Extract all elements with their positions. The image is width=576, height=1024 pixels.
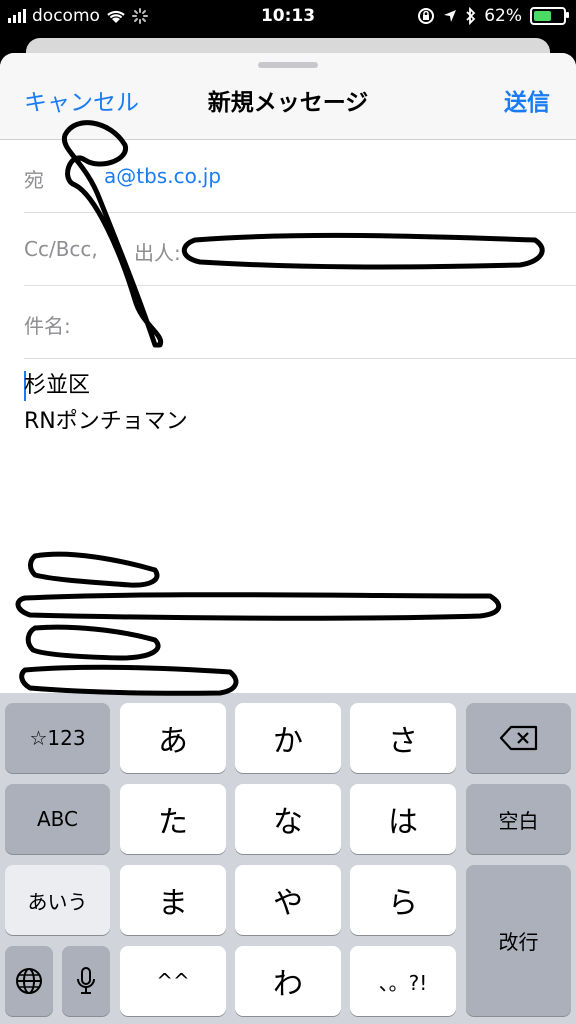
- body-line: RNポンチョマン: [24, 409, 188, 434]
- key-abc[interactable]: ABC: [5, 784, 110, 854]
- subject-label: 件名:: [24, 314, 71, 338]
- globe-icon: [16, 968, 42, 994]
- key-ta[interactable]: た: [120, 784, 226, 854]
- rotation-lock-icon: [418, 8, 435, 24]
- microphone-icon: [77, 967, 95, 994]
- to-recipient[interactable]: a@tbs.co.jp: [104, 164, 221, 188]
- key-punctuation[interactable]: 、。?!: [350, 946, 456, 1016]
- key-ra[interactable]: ら: [350, 865, 456, 935]
- location-arrow-icon: [444, 10, 457, 22]
- keyboard: ☆123 あ か さ ABC た な は 空白 あいう ま や ら 改行 ^^ …: [0, 693, 576, 1024]
- key-emoticon[interactable]: ^^: [120, 946, 226, 1016]
- subject-field[interactable]: 件名:: [24, 286, 576, 359]
- battery-percent: 62%: [484, 6, 522, 26]
- sheet-grabber[interactable]: [258, 62, 318, 68]
- backspace-icon: [499, 725, 537, 751]
- key-return[interactable]: 改行: [466, 865, 571, 1016]
- key-a[interactable]: あ: [120, 703, 226, 773]
- key-ha[interactable]: は: [350, 784, 456, 854]
- from-label: 出人:: [134, 241, 181, 265]
- key-symbols[interactable]: ☆123: [5, 703, 110, 773]
- to-label: 宛: [24, 168, 44, 192]
- message-body[interactable]: 杉並区 RNポンチョマン: [24, 368, 188, 440]
- compose-navbar: キャンセル 新規メッセージ 送信: [0, 53, 576, 140]
- key-na[interactable]: な: [235, 784, 341, 854]
- globe-button[interactable]: [5, 946, 53, 1016]
- key-sa[interactable]: さ: [350, 703, 456, 773]
- bluetooth-icon: [466, 7, 476, 25]
- key-kana[interactable]: あいう: [5, 865, 110, 935]
- key-space[interactable]: 空白: [466, 784, 571, 854]
- cc-bcc-field[interactable]: Cc/Bcc, 出人:: [24, 213, 576, 286]
- send-button[interactable]: 送信: [504, 83, 550, 117]
- backspace-button[interactable]: [466, 703, 571, 773]
- status-right: 62%: [417, 6, 569, 26]
- key-wa[interactable]: わ: [235, 946, 341, 1016]
- cc-bcc-label: Cc/Bcc,: [24, 237, 98, 261]
- status-bar: docomo 10:13 62%: [0, 0, 576, 34]
- key-ma[interactable]: ま: [120, 865, 226, 935]
- to-field[interactable]: 宛 a@tbs.co.jp: [24, 140, 576, 213]
- body-line: 杉並区: [24, 373, 91, 398]
- battery-icon: [530, 7, 569, 25]
- compose-title: 新規メッセージ: [207, 90, 369, 116]
- key-ka[interactable]: か: [235, 703, 341, 773]
- dictation-button[interactable]: [62, 946, 110, 1016]
- key-ya[interactable]: や: [235, 865, 341, 935]
